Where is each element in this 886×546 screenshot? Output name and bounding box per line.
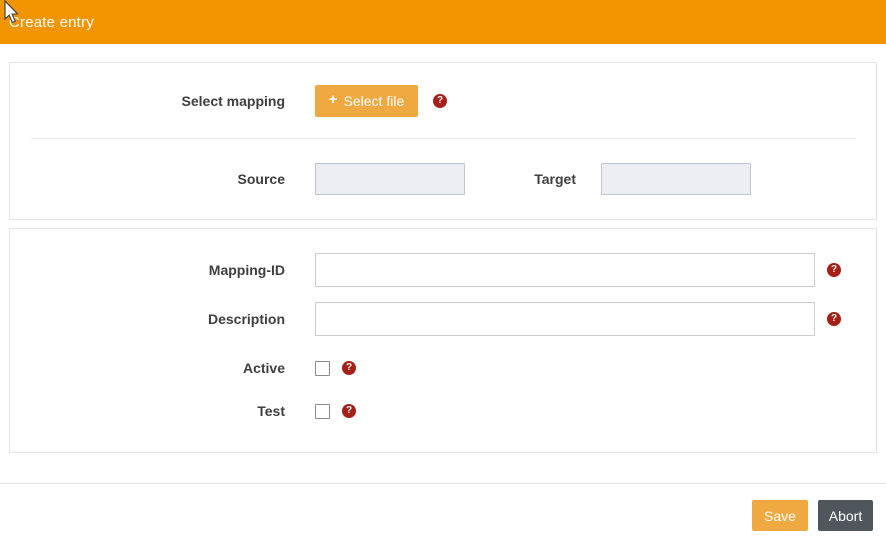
help-icon[interactable]: ? [827,263,841,277]
source-label: Source [10,171,285,187]
select-file-button-label: Select file [344,93,405,109]
help-icon[interactable]: ? [827,312,841,326]
plus-icon: + [329,91,338,108]
mapping-id-label: Mapping-ID [10,262,285,278]
source-field [315,163,465,195]
target-label: Target [465,171,576,187]
select-mapping-row: Select mapping + Select file ? [10,63,876,138]
help-icon[interactable]: ? [433,94,447,108]
save-button[interactable]: Save [752,500,808,531]
active-row: Active ? [10,360,876,376]
description-input[interactable] [315,302,815,336]
footer-divider [0,483,886,484]
mouse-cursor-icon [3,0,20,26]
entry-details-panel: Mapping-ID ? Description ? Active ? Test… [9,228,877,453]
test-label: Test [10,403,285,419]
mapping-id-input[interactable] [315,253,815,287]
test-checkbox[interactable] [315,404,330,419]
description-row: Description ? [10,302,876,336]
mapping-id-row: Mapping-ID ? [10,253,876,287]
select-file-button[interactable]: + Select file [315,85,418,117]
mapping-selection-panel: Select mapping + Select file ? Source Ta… [9,62,877,220]
source-target-row: Source Target [10,139,876,219]
page-title: Create entry [9,14,94,31]
help-icon[interactable]: ? [342,361,356,375]
active-label: Active [10,360,285,376]
abort-button[interactable]: Abort [818,500,873,531]
help-icon[interactable]: ? [342,404,356,418]
description-label: Description [10,311,285,327]
header-bar: Create entry [0,0,886,44]
action-bar: Save Abort [752,500,873,531]
active-checkbox[interactable] [315,361,330,376]
test-row: Test ? [10,403,876,419]
select-mapping-label: Select mapping [10,93,285,109]
target-field [601,163,751,195]
